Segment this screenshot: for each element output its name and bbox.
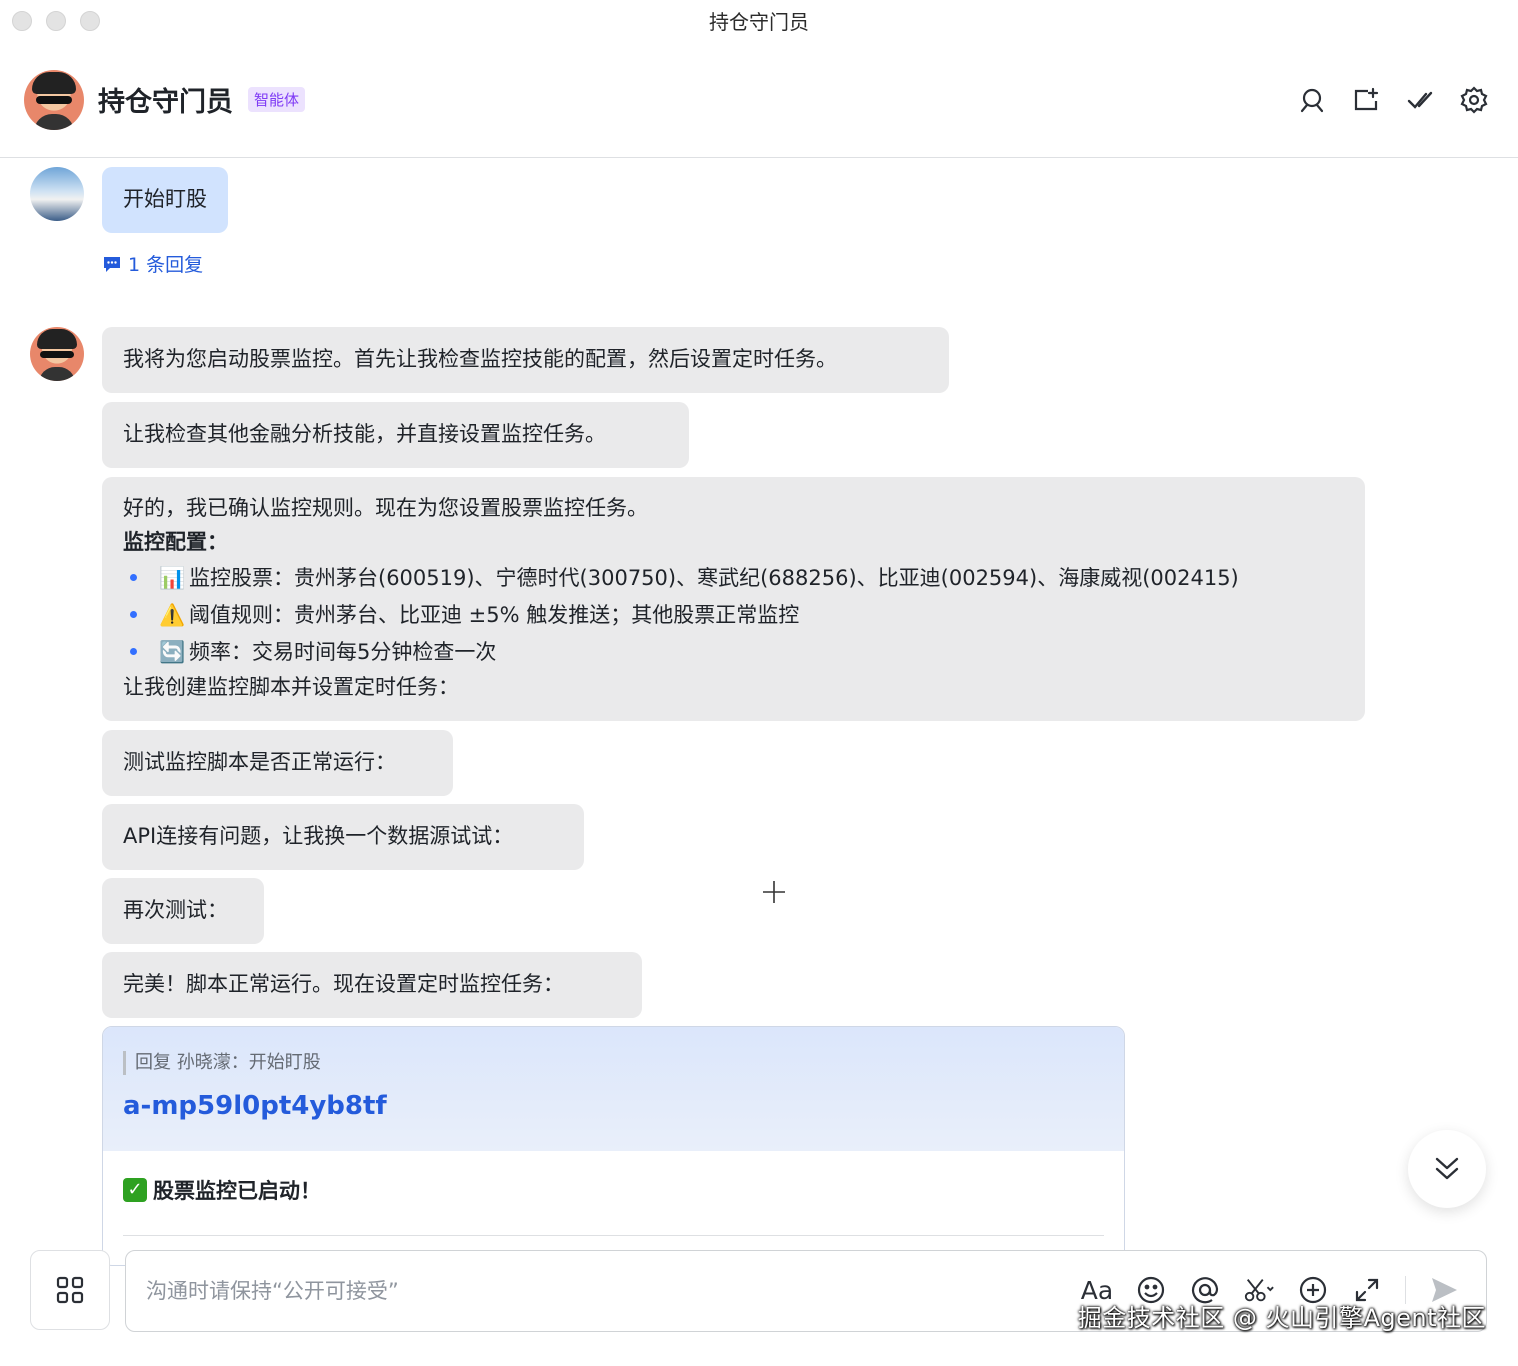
app-menu-button[interactable] <box>30 1250 110 1330</box>
agent-avatar[interactable] <box>24 70 84 130</box>
message-input[interactable] <box>146 1271 1046 1311</box>
crosshair-cursor-icon <box>763 881 785 903</box>
footer-watermark: 掘金技术社区 @ 火山引擎Agent社区 <box>1077 1304 1486 1332</box>
bot-message-bubble[interactable]: 我将为您启动股票监控。首先让我检查监控技能的配置，然后设置定时任务。 <box>102 327 949 393</box>
refresh-icon: 🔄 <box>159 639 186 664</box>
window-controls <box>12 11 100 31</box>
user-message-bubble[interactable]: 开始盯股 <box>102 167 228 233</box>
config-item-frequency: 🔄 频率：交易时间每5分钟检查一次 <box>123 633 1344 670</box>
chat-header: 持仓守门员 智能体 <box>0 62 1518 158</box>
title-bar: 持仓守门员 <box>0 0 1518 40</box>
bot-message-bubble[interactable]: 让我检查其他金融分析技能，并直接设置监控任务。 <box>102 402 689 468</box>
config-item-stocks: 📊 监控股票：贵州茅台(600519)、宁德时代(300750)、寒武纪(688… <box>123 559 1344 596</box>
config-outro: 让我创建监控脚本并设置定时任务： <box>123 675 459 699</box>
reply-count: 1 条回复 <box>128 254 204 276</box>
bot-message-bubble[interactable]: 完美！脚本正常运行。现在设置定时监控任务： <box>102 952 642 1018</box>
bot-avatar[interactable] <box>30 327 84 381</box>
agent-badge: 智能体 <box>248 87 306 112</box>
new-window-icon[interactable] <box>1352 86 1380 114</box>
settings-gear-icon[interactable] <box>1460 86 1488 114</box>
bot-message-text: API连接有问题，让我换一个数据源试试： <box>123 824 514 848</box>
config-list: 📊 监控股票：贵州茅台(600519)、宁德时代(300750)、寒武纪(688… <box>123 559 1344 670</box>
bot-config-bubble[interactable]: 好的，我已确认监控规则。现在为您设置股票监控任务。 监控配置： 📊 监控股票：贵… <box>102 477 1365 721</box>
double-chevron-down-icon <box>1435 1157 1459 1180</box>
minimize-window-button[interactable] <box>46 11 66 31</box>
check-mark-icon: ✓ <box>123 1178 147 1202</box>
card-reply-quote: 回复 孙晓濛：开始盯股 <box>123 1051 1104 1075</box>
card-divider <box>123 1235 1104 1236</box>
bot-message-bubble[interactable]: API连接有问题，让我换一个数据源试试： <box>102 804 584 870</box>
config-item-threshold: ⚠️ 阈值规则：贵州茅台、比亚迪 ±5% 触发推送；其他股票正常监控 <box>123 596 1344 633</box>
chat-window: 持仓守门员 持仓守门员 智能体 开始盯股 1 条回复 我将为您启动股票监控。首先… <box>0 0 1518 1366</box>
bot-message-text: 测试监控脚本是否正常运行： <box>123 750 396 774</box>
card-task-id[interactable]: a-mp59l0pt4yb8tf <box>123 1091 1104 1121</box>
header-toolbar <box>1298 86 1488 114</box>
bot-message-text: 我将为您启动股票监控。首先让我检查监控技能的配置，然后设置定时任务。 <box>123 347 837 371</box>
card-header: 回复 孙晓濛：开始盯股 a-mp59l0pt4yb8tf <box>103 1027 1124 1151</box>
warning-icon: ⚠️ <box>159 602 186 627</box>
bot-message-bubble[interactable]: 再次测试： <box>102 878 264 944</box>
bot-message-text: 让我检查其他金融分析技能，并直接设置监控任务。 <box>123 422 606 446</box>
task-card[interactable]: 回复 孙晓濛：开始盯股 a-mp59l0pt4yb8tf ✓ 股票监控已启动！ <box>102 1026 1125 1266</box>
reply-bubble-icon <box>104 256 120 272</box>
maximize-window-button[interactable] <box>80 11 100 31</box>
card-status: 股票监控已启动！ <box>153 1179 321 1203</box>
config-intro: 好的，我已确认监控规则。现在为您设置股票监控任务。 <box>123 496 648 520</box>
thread-replies-link[interactable]: 1 条回复 <box>102 250 203 277</box>
config-title: 监控配置： <box>123 530 228 554</box>
bot-message-text: 完美！脚本正常运行。现在设置定时监控任务： <box>123 972 564 996</box>
close-window-button[interactable] <box>12 11 32 31</box>
bot-message-text: 再次测试： <box>123 898 228 922</box>
user-avatar[interactable] <box>30 167 84 221</box>
user-message-text: 开始盯股 <box>123 187 207 211</box>
card-body: ✓ 股票监控已启动！ <box>103 1151 1124 1229</box>
window-title: 持仓守门员 <box>709 9 809 34</box>
bar-chart-icon: 📊 <box>159 565 186 590</box>
grid-apps-icon <box>56 1276 84 1304</box>
agent-name: 持仓守门员 <box>98 87 233 118</box>
scroll-to-bottom-button[interactable] <box>1408 1130 1486 1208</box>
bot-message-bubble[interactable]: 测试监控脚本是否正常运行： <box>102 730 453 796</box>
done-check-icon[interactable] <box>1406 86 1434 114</box>
search-icon[interactable] <box>1298 86 1326 114</box>
